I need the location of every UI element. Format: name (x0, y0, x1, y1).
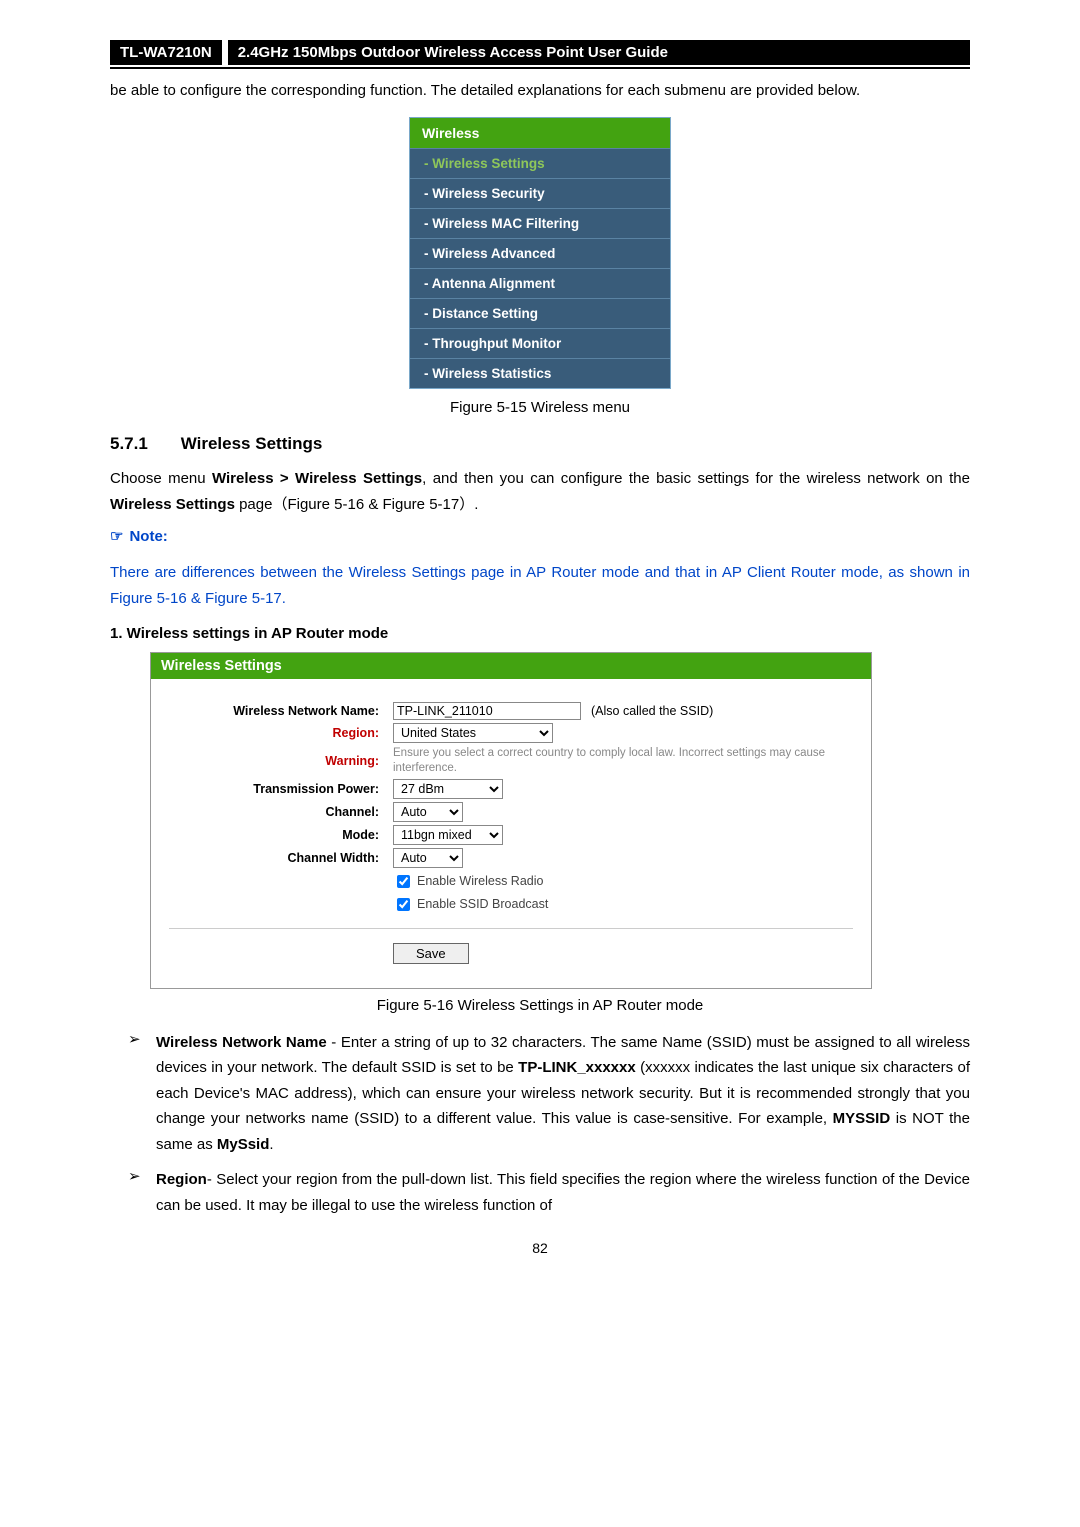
select-channel-width[interactable]: Auto (393, 848, 463, 868)
label-channel: Channel: (169, 805, 393, 819)
bullet-wireless-network-name: Wireless Network Name - Enter a string o… (156, 1030, 970, 1158)
page-number: 82 (110, 1240, 970, 1256)
select-mode[interactable]: 11bgn mixed (393, 825, 503, 845)
label-mode: Mode: (169, 828, 393, 842)
section-heading: 5.7.1 Wireless Settings (110, 434, 970, 454)
label-warning: Warning: (169, 754, 393, 768)
input-network-name[interactable] (393, 702, 581, 720)
label-network-name: Wireless Network Name: (169, 704, 393, 718)
note-body: There are differences between the Wirele… (110, 560, 970, 611)
numbered-heading: 1. Wireless settings in AP Router mode (110, 625, 970, 642)
menu-header: Wireless (410, 118, 670, 148)
warning-text: Ensure you select a correct country to c… (393, 746, 853, 776)
doc-header: TL-WA7210N 2.4GHz 150Mbps Outdoor Wirele… (110, 40, 970, 69)
menu-item-wireless-statistics[interactable]: - Wireless Statistics (410, 358, 670, 388)
bullet-region: Region- Select your region from the pull… (156, 1167, 970, 1218)
intro-text: be able to configure the corresponding f… (110, 79, 970, 103)
checkbox-enable-ssid-broadcast[interactable] (397, 898, 410, 911)
panel-header: Wireless Settings (151, 653, 871, 679)
menu-item-throughput-monitor[interactable]: - Throughput Monitor (410, 328, 670, 358)
label-channel-width: Channel Width: (169, 851, 393, 865)
figure-5-16-caption: Figure 5-16 Wireless Settings in AP Rout… (110, 997, 970, 1014)
model-label: TL-WA7210N (110, 40, 222, 65)
select-region[interactable]: United States (393, 723, 553, 743)
bullet-arrow-icon: ➢ (128, 1167, 156, 1218)
menu-item-wireless-settings[interactable]: - Wireless Settings (410, 148, 670, 178)
note-icon: ☞ (110, 527, 123, 545)
figure-5-15-caption: Figure 5-15 Wireless menu (110, 399, 970, 416)
label-enable-wireless-radio: Enable Wireless Radio (417, 874, 543, 888)
choose-menu-paragraph: Choose menu Wireless > Wireless Settings… (110, 466, 970, 517)
bullet-arrow-icon: ➢ (128, 1030, 156, 1158)
section-title: Wireless Settings (181, 434, 323, 453)
header-title: 2.4GHz 150Mbps Outdoor Wireless Access P… (228, 40, 970, 65)
label-region: Region: (169, 726, 393, 740)
label-enable-ssid-broadcast: Enable SSID Broadcast (417, 897, 548, 911)
menu-item-antenna-alignment[interactable]: - Antenna Alignment (410, 268, 670, 298)
menu-item-wireless-mac-filtering[interactable]: - Wireless MAC Filtering (410, 208, 670, 238)
note-text: Note: (129, 528, 167, 545)
select-transmission-power[interactable]: 27 dBm (393, 779, 503, 799)
wireless-menu-figure: Wireless - Wireless Settings - Wireless … (409, 117, 671, 389)
section-number: 5.7.1 (110, 434, 176, 454)
ssid-note: (Also called the SSID) (591, 704, 713, 718)
save-button[interactable]: Save (393, 943, 469, 964)
menu-item-wireless-security[interactable]: - Wireless Security (410, 178, 670, 208)
select-channel[interactable]: Auto (393, 802, 463, 822)
checkbox-enable-wireless-radio[interactable] (397, 875, 410, 888)
label-transmission-power: Transmission Power: (169, 782, 393, 796)
menu-item-wireless-advanced[interactable]: - Wireless Advanced (410, 238, 670, 268)
note-label: ☞ Note: (110, 527, 970, 545)
menu-item-distance-setting[interactable]: - Distance Setting (410, 298, 670, 328)
wireless-settings-panel: Wireless Settings Wireless Network Name:… (150, 652, 872, 989)
